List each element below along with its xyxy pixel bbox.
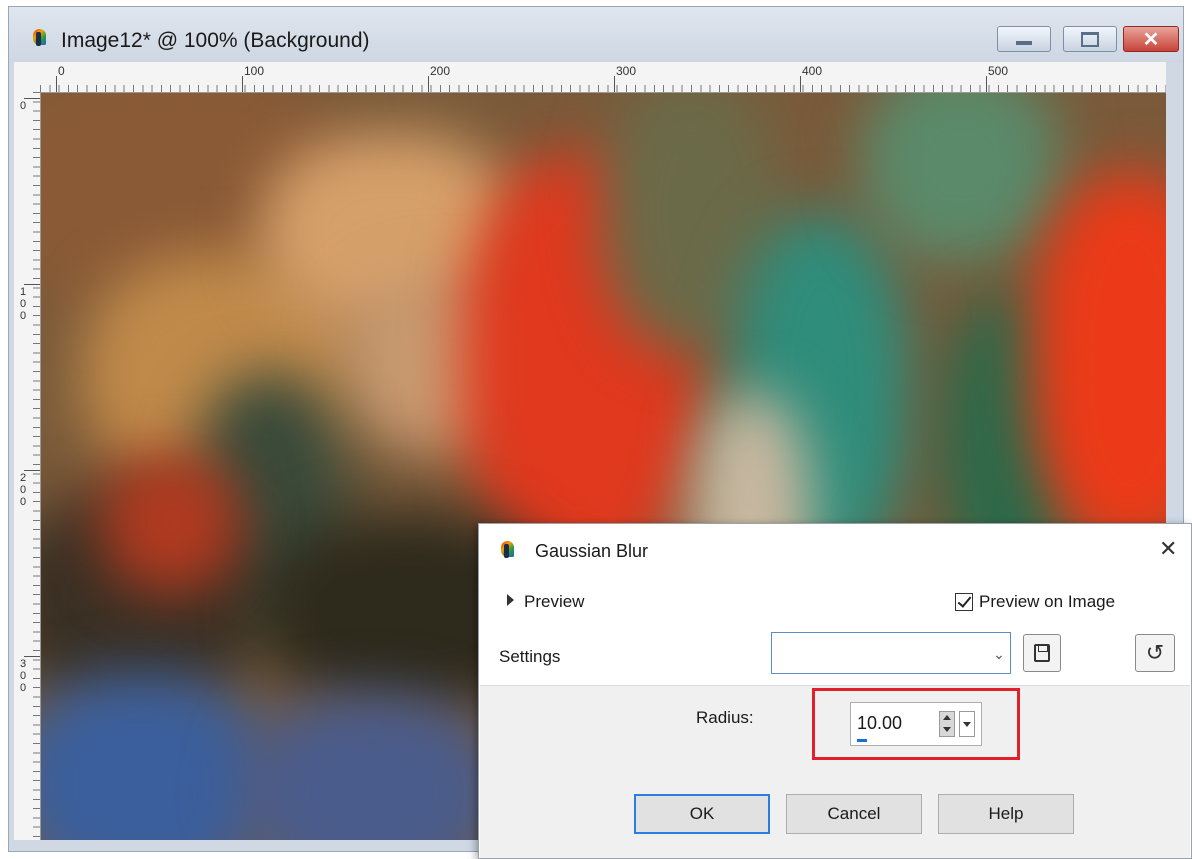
- ruler-label: 500: [988, 64, 1009, 78]
- ruler-label: 200: [430, 64, 451, 78]
- minimize-icon: [1016, 41, 1032, 45]
- settings-panel: Radius: OK Cancel Help: [480, 685, 1190, 858]
- minimize-button[interactable]: [997, 26, 1051, 52]
- dialog-title: Gaussian Blur: [535, 541, 649, 561]
- gaussian-blur-dialog: Gaussian Blur ✕ Preview Preview on Image…: [478, 523, 1192, 859]
- spin-icon[interactable]: [939, 711, 955, 737]
- save-preset-button[interactable]: [1023, 634, 1061, 672]
- radius-input[interactable]: [857, 713, 937, 734]
- reset-button[interactable]: ↺: [1135, 634, 1175, 672]
- ruler-label: 100: [244, 64, 265, 78]
- ruler-major-tick: [242, 76, 243, 92]
- ruler-label: 3: [19, 658, 27, 670]
- ruler-label: 0: [19, 496, 27, 508]
- app-icon: [31, 28, 51, 48]
- image-region: [241, 693, 501, 840]
- ruler-label: 0: [19, 310, 27, 322]
- close-icon: ✕: [1142, 28, 1160, 51]
- dropdown-arrow-icon[interactable]: ⌄: [990, 645, 1008, 663]
- radius-slider-indicator[interactable]: [857, 739, 867, 742]
- image-region: [101, 453, 241, 593]
- preview-expander[interactable]: Preview: [507, 592, 584, 612]
- maximize-button[interactable]: [1063, 26, 1117, 52]
- ruler-major-tick: [56, 76, 57, 92]
- reset-icon: ↺: [1145, 640, 1165, 665]
- ruler-major-tick: [24, 98, 40, 99]
- preview-label: Preview: [524, 592, 585, 611]
- preview-on-image-label: Preview on Image: [979, 592, 1116, 611]
- help-button[interactable]: Help: [938, 794, 1074, 834]
- ruler-label: 1: [19, 286, 27, 298]
- save-preset-icon: [1034, 644, 1050, 662]
- radius-spinbox[interactable]: [850, 702, 982, 746]
- close-button[interactable]: ✕: [1123, 26, 1179, 52]
- ruler-major-tick: [24, 470, 40, 471]
- ruler-major-tick: [614, 76, 615, 92]
- ruler-major-tick: [24, 656, 40, 657]
- checkbox-icon: [955, 593, 973, 611]
- maximize-icon: [1081, 31, 1099, 47]
- ok-button[interactable]: OK: [634, 794, 770, 834]
- ruler-major-tick: [800, 76, 801, 92]
- ruler-label: 400: [802, 64, 823, 78]
- image-region: [861, 93, 1061, 263]
- ruler-label: 0: [58, 64, 65, 78]
- ruler-label: 0: [19, 484, 27, 496]
- slider-popup-button[interactable]: [959, 711, 975, 737]
- ruler-label: 0: [19, 682, 27, 694]
- ruler-label: 0: [19, 298, 27, 310]
- settings-dropdown[interactable]: ⌄: [771, 632, 1011, 674]
- ruler-major-tick: [428, 76, 429, 92]
- document-title: Image12* @ 100% (Background): [61, 29, 370, 52]
- image-region: [41, 673, 271, 840]
- ruler-major-tick: [24, 284, 40, 285]
- settings-label: Settings: [499, 647, 561, 666]
- close-icon[interactable]: ✕: [1159, 538, 1177, 560]
- ruler-vertical: 0100200300: [14, 92, 41, 840]
- ruler-label: 0: [19, 670, 27, 682]
- document-titlebar[interactable]: Image12* @ 100% (Background) ✕: [9, 7, 1183, 63]
- app-icon: [499, 540, 519, 560]
- radius-label: Radius:: [696, 708, 754, 727]
- ruler-corner: [14, 62, 41, 93]
- ruler-major-tick: [986, 76, 987, 92]
- ruler-label: 0: [19, 100, 27, 112]
- preview-on-image-checkbox[interactable]: Preview on Image: [955, 592, 1115, 612]
- ruler-horizontal: 0 100 200 300 400 500: [40, 62, 1166, 93]
- ruler-label: 300: [616, 64, 637, 78]
- ruler-label: 2: [19, 472, 27, 484]
- expand-arrow-icon: [507, 594, 514, 606]
- cancel-button[interactable]: Cancel: [786, 794, 922, 834]
